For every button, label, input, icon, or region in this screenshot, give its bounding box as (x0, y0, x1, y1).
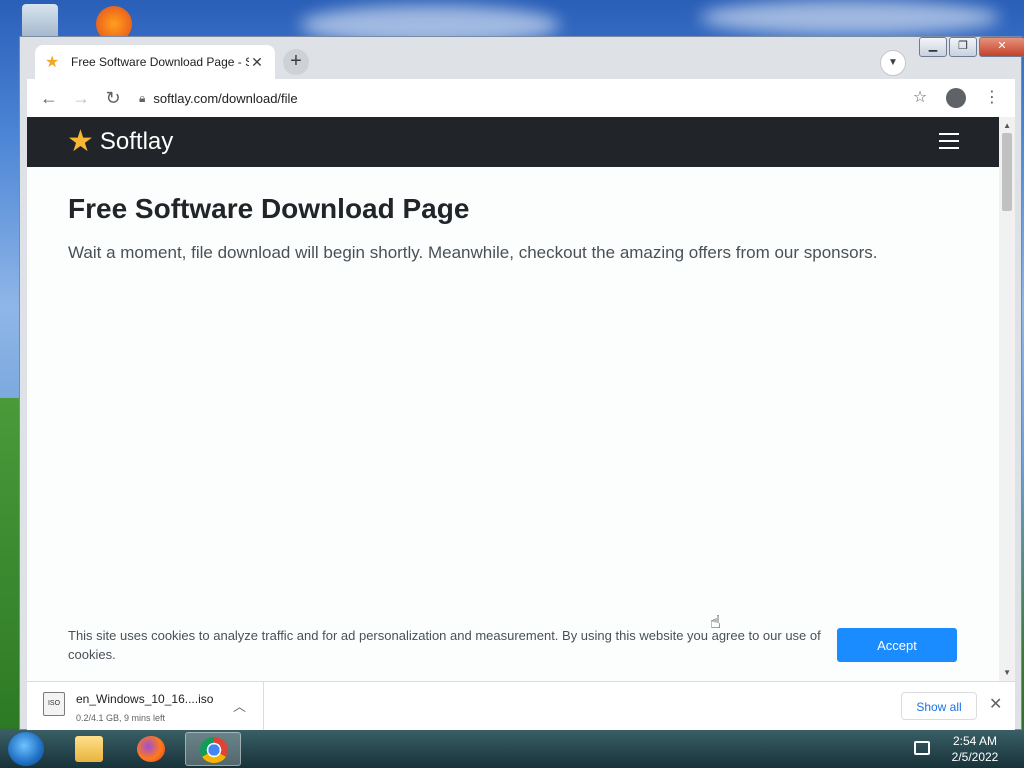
browser-window: ★ Free Software Download Page - Softlay … (19, 36, 1024, 730)
close-shelf-icon[interactable]: ✕ (989, 694, 1002, 714)
page-title: Free Software Download Page (68, 193, 470, 224)
restore-button[interactable]: ❐ (949, 37, 977, 57)
softlay-favicon-icon: ★ (45, 54, 60, 71)
lock-icon[interactable]: 🔒︎ (139, 91, 145, 106)
taskbar-file-explorer[interactable] (61, 732, 117, 766)
taskbar-chrome[interactable] (185, 732, 241, 766)
clock-time: 2:54 AM (952, 734, 998, 748)
site-logo[interactable]: ★ Softlay (67, 127, 173, 157)
tab-active[interactable]: ★ Free Software Download Page - Softlay … (35, 45, 275, 79)
folder-icon (75, 736, 103, 762)
scroll-thumb[interactable] (1002, 133, 1012, 211)
page-scrollbar[interactable]: ▲ ▼ (999, 117, 1015, 681)
start-button[interactable] (8, 732, 44, 766)
download-status: 0.2/4.1 GB, 9 mins left (76, 713, 166, 723)
url-text: softlay.com/download/file (153, 90, 298, 106)
recycle-bin-icon[interactable] (22, 4, 58, 40)
star-logo-icon: ★ (67, 125, 94, 158)
window-controls: ▁ ❐ ✕ (917, 37, 1024, 57)
system-clock[interactable]: 2:54 AM 2/5/2022 (944, 733, 1006, 765)
tab-title: Free Software Download Page - Softlay (71, 55, 249, 69)
taskbar: 2:54 AM 2/5/2022 (0, 730, 1024, 768)
network-icon[interactable] (914, 741, 930, 755)
browser-toolbar: ← → ↻ 🔒︎ softlay.com/download/file ☆ ⋮ (27, 79, 1015, 117)
scroll-down-icon[interactable]: ▼ (1003, 668, 1011, 677)
accept-cookies-button[interactable]: Accept (837, 628, 957, 662)
new-tab-button[interactable]: + (283, 49, 309, 75)
cookie-banner: This site uses cookies to analyze traffi… (27, 612, 999, 681)
hamburger-menu-icon[interactable] (939, 133, 959, 154)
taskbar-firefox[interactable] (123, 732, 179, 766)
page-lead-text: Wait a moment, file download will begin … (68, 243, 878, 262)
chevron-up-icon[interactable]: ︿ (233, 696, 246, 715)
close-window-button[interactable]: ✕ (979, 37, 1024, 57)
back-arrow-icon[interactable]: ← (35, 84, 63, 112)
download-item[interactable]: ISO en_Windows_10_16....iso 0.2/4.1 GB, … (27, 682, 264, 730)
kebab-menu-icon[interactable]: ⋮ (977, 84, 1007, 112)
bookmark-star-icon[interactable]: ☆ (905, 84, 935, 112)
tab-close-icon[interactable]: ✕ (249, 54, 265, 71)
forward-arrow-icon[interactable]: → (67, 84, 95, 112)
page-viewport: ★ Softlay Free Software Download Page Wa… (27, 117, 1015, 681)
brand-name: Softlay (99, 128, 174, 155)
iso-file-icon: ISO (43, 692, 65, 716)
show-all-button[interactable]: Show all (901, 692, 977, 720)
hand-cursor-icon: ☝ (710, 612, 721, 632)
reload-icon[interactable]: ↻ (99, 84, 127, 112)
clock-date: 2/5/2022 (951, 750, 999, 764)
address-bar[interactable]: 🔒︎ softlay.com/download/file (131, 83, 899, 113)
download-shelf: ISO en_Windows_10_16....iso 0.2/4.1 GB, … (27, 681, 1015, 730)
download-file-name: en_Windows_10_16....iso (76, 692, 214, 706)
profile-avatar-icon[interactable] (941, 84, 971, 112)
minimize-button[interactable]: ▁ (919, 37, 947, 57)
chrome-icon (200, 737, 228, 763)
tab-strip: ★ Free Software Download Page - Softlay … (20, 37, 1024, 79)
firefox-icon (137, 736, 165, 762)
site-navbar: ★ Softlay (27, 117, 999, 167)
tab-search-icon[interactable]: ▼ (880, 50, 906, 76)
scroll-up-icon[interactable]: ▲ (1003, 121, 1011, 130)
